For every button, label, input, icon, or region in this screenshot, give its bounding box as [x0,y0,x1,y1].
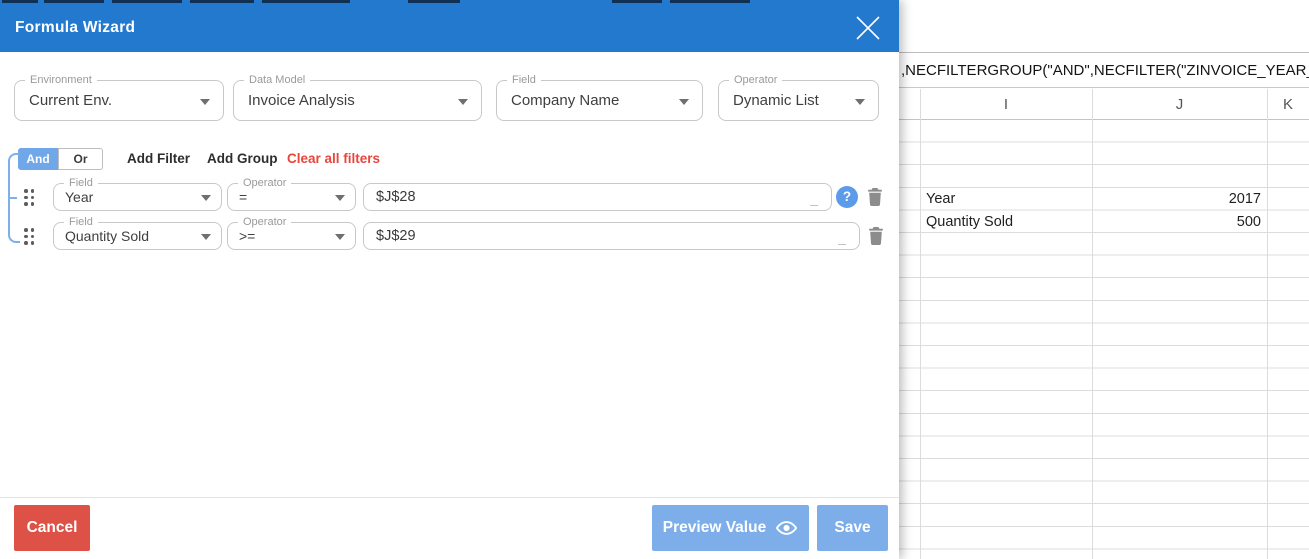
help-icon[interactable]: ? [836,186,858,208]
or-toggle-button[interactable]: Or [58,148,103,170]
filter1-field-select[interactable]: Field Year [53,177,222,211]
environment-value: Current Env. [29,92,113,109]
filter2-field-value: Quantity Sold [65,228,150,244]
cell-quantity-label[interactable]: Quantity Sold [926,211,1013,233]
chevron-down-icon [679,98,689,105]
filter1-value-input[interactable]: $J$28 _ [363,183,832,211]
and-toggle-button[interactable]: And [18,148,58,170]
filter1-operator-value: = [239,189,248,205]
data-model-select[interactable]: Data Model Invoice Analysis [233,74,482,121]
eye-icon [775,520,798,536]
cell-quantity-value[interactable]: 500 [1092,211,1261,233]
grid-vline [1267,89,1268,559]
spreadsheet-pane: ,NECFILTERGROUP("AND",NECFILTER("ZINVOIC… [899,0,1309,559]
filter2-value-input[interactable]: $J$29 _ [363,222,860,250]
screen: ,NECFILTERGROUP("AND",NECFILTER("ZINVOIC… [0,0,1309,559]
data-model-value: Invoice Analysis [248,92,355,109]
chevron-down-icon [855,98,865,105]
trash-icon[interactable] [867,188,883,206]
formula-bar[interactable]: ,NECFILTERGROUP("AND",NECFILTER("ZINVOIC… [899,53,1309,88]
environment-select[interactable]: Environment Current Env. [14,74,224,121]
field-value: Company Name [511,92,620,109]
column-header-row: I J K [899,89,1309,120]
dialog-title: Formula Wizard [15,19,136,36]
chevron-down-icon [201,195,211,201]
sheet-row-quantity: Quantity Sold 500 [899,211,1309,233]
formula-text: ,NECFILTERGROUP("AND",NECFILTER("ZINVOIC… [901,62,1309,79]
operator-value: Dynamic List [733,92,819,109]
drag-handle-icon[interactable] [24,189,37,207]
filter-group-bracket-tick [8,197,17,199]
footer-divider [0,497,899,498]
sheet-row-year: Year 2017 [899,188,1309,210]
formula-wizard-dialog: Formula Wizard Environment Current Env. … [0,0,899,559]
clear-all-filters-button[interactable]: Clear all filters [287,151,380,166]
trash-icon[interactable] [868,227,884,245]
grid-vline [1092,89,1093,559]
save-button[interactable]: Save [817,505,888,551]
operator-select[interactable]: Operator Dynamic List [718,74,879,121]
drag-handle-icon[interactable] [24,228,37,246]
column-header-k[interactable]: K [1267,89,1309,120]
cell-year-value[interactable]: 2017 [1092,188,1261,210]
input-cursor: _ [810,191,818,207]
chevron-down-icon [335,195,345,201]
filter1-field-value: Year [65,189,94,205]
sheet-grid[interactable] [899,120,1309,559]
add-group-button[interactable]: Add Group [207,151,278,166]
filter2-operator-select[interactable]: Operator >= [227,216,356,250]
dialog-header: Formula Wizard [0,0,899,52]
cell-year-label[interactable]: Year [926,188,955,210]
filter2-field-select[interactable]: Field Quantity Sold [53,216,222,250]
column-header-j[interactable]: J [1092,89,1267,120]
chevron-down-icon [201,234,211,240]
filter1-operator-select[interactable]: Operator = [227,177,356,211]
add-filter-button[interactable]: Add Filter [127,151,190,166]
grid-vline [920,89,921,559]
preview-value-label: Preview Value [662,519,767,536]
column-header-i[interactable]: I [920,89,1092,120]
preview-value-button[interactable]: Preview Value [652,505,809,551]
filter2-value-text: $J$29 [376,228,416,244]
close-icon[interactable] [853,13,883,43]
filter2-operator-value: >= [239,228,256,244]
filter1-value-text: $J$28 [376,189,416,205]
field-select[interactable]: Field Company Name [496,74,703,121]
chevron-down-icon [458,98,468,105]
cancel-button[interactable]: Cancel [14,505,90,551]
chevron-down-icon [200,98,210,105]
input-cursor: _ [838,230,846,246]
chevron-down-icon [335,234,345,240]
